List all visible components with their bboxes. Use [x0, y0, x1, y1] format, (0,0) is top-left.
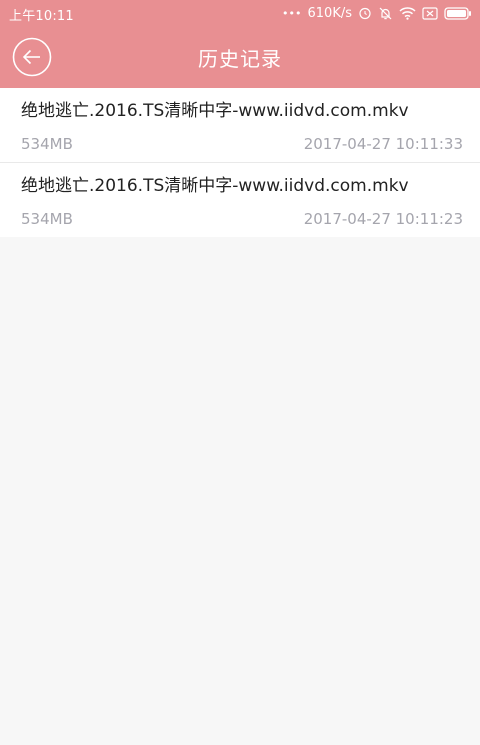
history-item[interactable]: 绝地逃亡.2016.TS清晰中字-www.iidvd.com.mkv 534MB… [0, 88, 480, 163]
page-title: 历史记录 [198, 47, 282, 71]
history-item-name: 绝地逃亡.2016.TS清晰中字-www.iidvd.com.mkv [21, 101, 409, 121]
history-item-time: 2017-04-27 10:11:23 [303, 210, 463, 228]
wifi-icon [399, 6, 416, 20]
history-item-size: 534MB [21, 135, 73, 153]
history-item-size: 534MB [21, 210, 73, 228]
app-bar: 历史记录 [0, 26, 480, 88]
screen: 上午10:11 ••• 610K/s 历史记录 绝地逃亡.2016.TS清晰中字… [0, 0, 480, 745]
more-dots: ••• [282, 6, 302, 20]
sim-off-icon [422, 6, 438, 20]
history-item-time: 2017-04-27 10:11:33 [303, 135, 463, 153]
battery-icon [444, 6, 472, 20]
network-speed: 610K/s [307, 5, 353, 21]
alarm-icon [358, 6, 372, 20]
history-list: 绝地逃亡.2016.TS清晰中字-www.iidvd.com.mkv 534MB… [0, 88, 480, 237]
history-item[interactable]: 绝地逃亡.2016.TS清晰中字-www.iidvd.com.mkv 534MB… [0, 163, 480, 237]
history-item-name: 绝地逃亡.2016.TS清晰中字-www.iidvd.com.mkv [21, 176, 409, 196]
status-time: 上午10:11 [9, 9, 74, 24]
mute-bell-icon [378, 6, 393, 21]
status-icons: ••• 610K/s [282, 3, 472, 23]
status-bar: 上午10:11 ••• 610K/s [0, 0, 480, 26]
